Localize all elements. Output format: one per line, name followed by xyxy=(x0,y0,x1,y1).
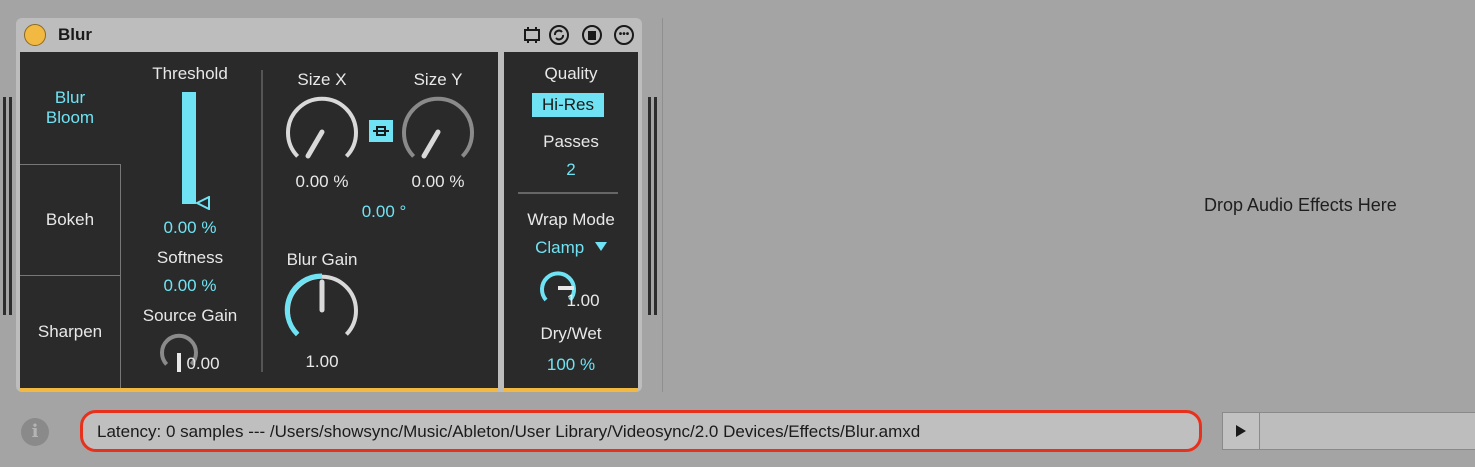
quality-value: Hi-Res xyxy=(542,95,594,114)
link-xy-button[interactable] xyxy=(369,120,393,142)
cpu-icon[interactable] xyxy=(521,24,543,46)
save-icon[interactable] xyxy=(581,24,603,46)
device-power-button[interactable] xyxy=(24,24,46,46)
size-x-label: Size X xyxy=(297,70,347,89)
left-grip-1[interactable] xyxy=(3,97,6,315)
tab-bokeh-label: Bokeh xyxy=(45,210,95,229)
middle-grip-2[interactable] xyxy=(654,97,657,315)
section-divider xyxy=(261,70,263,372)
blur-gain-label: Blur Gain xyxy=(286,250,358,269)
passes-label: Passes xyxy=(543,132,599,151)
tab-sharpen[interactable]: Sharpen xyxy=(20,276,121,388)
link-icon xyxy=(373,126,389,136)
status-bar-text: Latency: 0 samples --- /Users/showsync/M… xyxy=(97,422,921,441)
device-title-bar[interactable]: Blur ••• xyxy=(16,18,642,52)
tab-blur-bloom[interactable]: Blur Bloom xyxy=(20,52,120,164)
preview-bar[interactable] xyxy=(1260,412,1475,450)
tab-sharpen-label: Sharpen xyxy=(37,322,103,341)
middle-grip-1[interactable] xyxy=(648,97,651,315)
size-y-value: 0.00 % xyxy=(411,172,465,191)
device-title: Blur xyxy=(58,25,92,44)
status-bar: Latency: 0 samples --- /Users/showsync/M… xyxy=(80,410,1202,452)
size-y-knob[interactable] xyxy=(400,94,476,170)
size-y-label: Size Y xyxy=(413,70,463,89)
softness-value[interactable]: 0.00 % xyxy=(140,276,240,296)
wrap-mode-label: Wrap Mode xyxy=(527,210,615,229)
wrap-mode-value: Clamp xyxy=(535,238,585,257)
size-x-value: 0.00 % xyxy=(295,172,349,191)
angle-value[interactable]: 0.00 ° xyxy=(334,202,434,222)
hot-swap-icon[interactable] xyxy=(548,24,570,46)
play-icon xyxy=(1236,425,1246,437)
settings-divider xyxy=(518,192,618,194)
source-gain-value: 0.00 xyxy=(186,354,220,373)
passes-value[interactable]: 2 xyxy=(504,160,638,180)
threshold-slider-fill xyxy=(182,92,196,204)
more-icon[interactable]: ••• xyxy=(613,24,635,46)
device-blur: Blur ••• Blur Bloom Bokeh Sharpen Thresh… xyxy=(16,18,642,392)
play-button[interactable] xyxy=(1222,412,1260,450)
threshold-label: Threshold xyxy=(152,64,228,83)
info-icon[interactable]: i xyxy=(21,418,49,446)
wrap-knob-value: 1.00 xyxy=(566,291,600,310)
drop-zone-text: Drop Audio Effects Here xyxy=(1204,195,1397,215)
blur-gain-knob[interactable] xyxy=(284,272,360,348)
wrap-mode-dropdown[interactable]: Clamp xyxy=(504,238,638,258)
dry-wet-label: Dry/Wet xyxy=(540,324,602,343)
size-x-knob[interactable] xyxy=(284,94,360,170)
blur-gain-value: 1.00 xyxy=(305,352,339,371)
source-gain-label: Source Gain xyxy=(142,306,238,325)
chevron-down-icon xyxy=(594,242,607,251)
left-grip-2[interactable] xyxy=(9,97,12,315)
tab-bloom-label: Bloom xyxy=(45,108,95,127)
tab-blur-label: Blur xyxy=(54,88,86,107)
quality-button[interactable]: Hi-Res xyxy=(532,93,604,117)
threshold-value[interactable]: 0.00 % xyxy=(140,218,240,238)
quality-label: Quality xyxy=(544,64,598,83)
threshold-slider[interactable] xyxy=(182,92,210,210)
softness-label: Softness xyxy=(156,248,224,267)
threshold-slider-handle[interactable] xyxy=(196,196,210,210)
tab-bokeh[interactable]: Bokeh xyxy=(20,164,121,276)
dry-wet-value[interactable]: 100 % xyxy=(504,355,638,375)
